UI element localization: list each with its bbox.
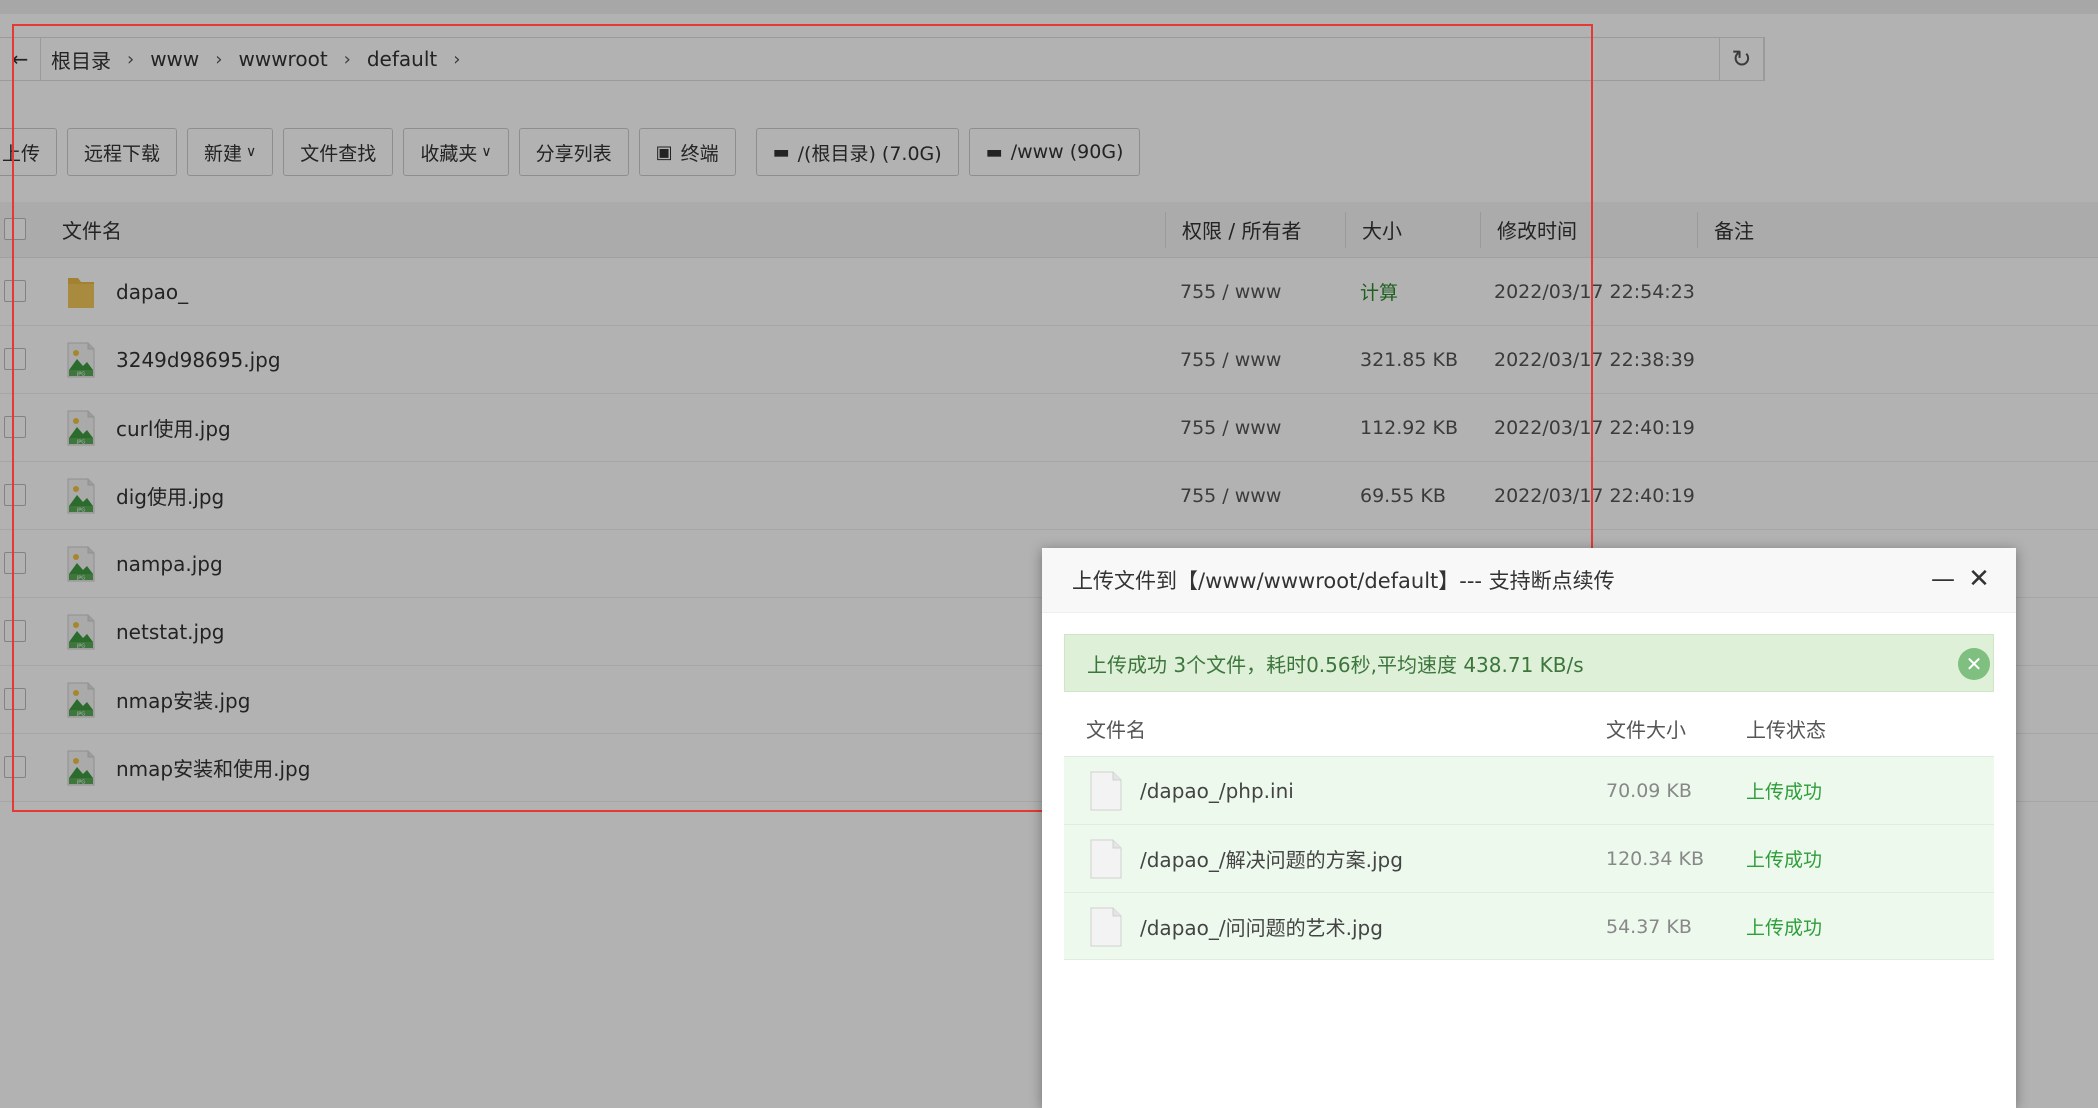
upload-file-size: 70.09 KB bbox=[1606, 779, 1692, 802]
alert-message: 上传成功 3个文件，耗时0.56秒,平均速度 438.71 KB/s bbox=[1087, 652, 1584, 677]
close-button[interactable]: ✕ bbox=[1966, 564, 1992, 594]
upload-file-name: /dapao_/解决问题的方案.jpg bbox=[1140, 848, 1403, 872]
upload-row: /dapao_/php.ini 70.09 KB 上传成功 bbox=[1064, 756, 1994, 824]
upload-row: /dapao_/解决问题的方案.jpg 120.34 KB 上传成功 bbox=[1064, 824, 1994, 892]
upload-file-name: /dapao_/问问题的艺术.jpg bbox=[1140, 916, 1383, 940]
upload-file-size: 120.34 KB bbox=[1606, 847, 1705, 870]
upload-header-status: 上传状态 bbox=[1746, 717, 1826, 742]
file-icon bbox=[1090, 907, 1122, 947]
upload-file-name: /dapao_/php.ini bbox=[1140, 778, 1294, 803]
minimize-button[interactable]: — bbox=[1930, 565, 1956, 593]
minimize-icon: — bbox=[1931, 565, 1955, 593]
upload-file-size: 54.37 KB bbox=[1606, 915, 1692, 938]
dialog-header: 上传文件到【/www/wwwroot/default】--- 支持断点续传 — … bbox=[1042, 548, 2016, 613]
alert-close-button[interactable]: ✕ bbox=[1958, 648, 1990, 680]
upload-dialog: 上传文件到【/www/wwwroot/default】--- 支持断点续传 — … bbox=[1042, 548, 2016, 1108]
upload-status: 上传成功 bbox=[1746, 781, 1823, 803]
file-icon bbox=[1090, 839, 1122, 879]
file-icon bbox=[1090, 771, 1122, 811]
upload-row: /dapao_/问问题的艺术.jpg 54.37 KB 上传成功 bbox=[1064, 892, 1994, 960]
upload-status: 上传成功 bbox=[1746, 917, 1823, 939]
close-icon: ✕ bbox=[1965, 652, 1983, 676]
close-icon: ✕ bbox=[1968, 564, 1990, 594]
upload-status: 上传成功 bbox=[1746, 849, 1823, 871]
upload-success-alert: 上传成功 3个文件，耗时0.56秒,平均速度 438.71 KB/s ✕ bbox=[1064, 634, 1994, 692]
upload-header-size: 文件大小 bbox=[1606, 717, 1686, 742]
upload-header-name: 文件名 bbox=[1086, 717, 1146, 742]
dialog-title: 上传文件到【/www/wwwroot/default】--- 支持断点续传 bbox=[1072, 569, 1615, 593]
upload-table-header: 文件名 文件大小 上传状态 bbox=[1064, 700, 1994, 756]
